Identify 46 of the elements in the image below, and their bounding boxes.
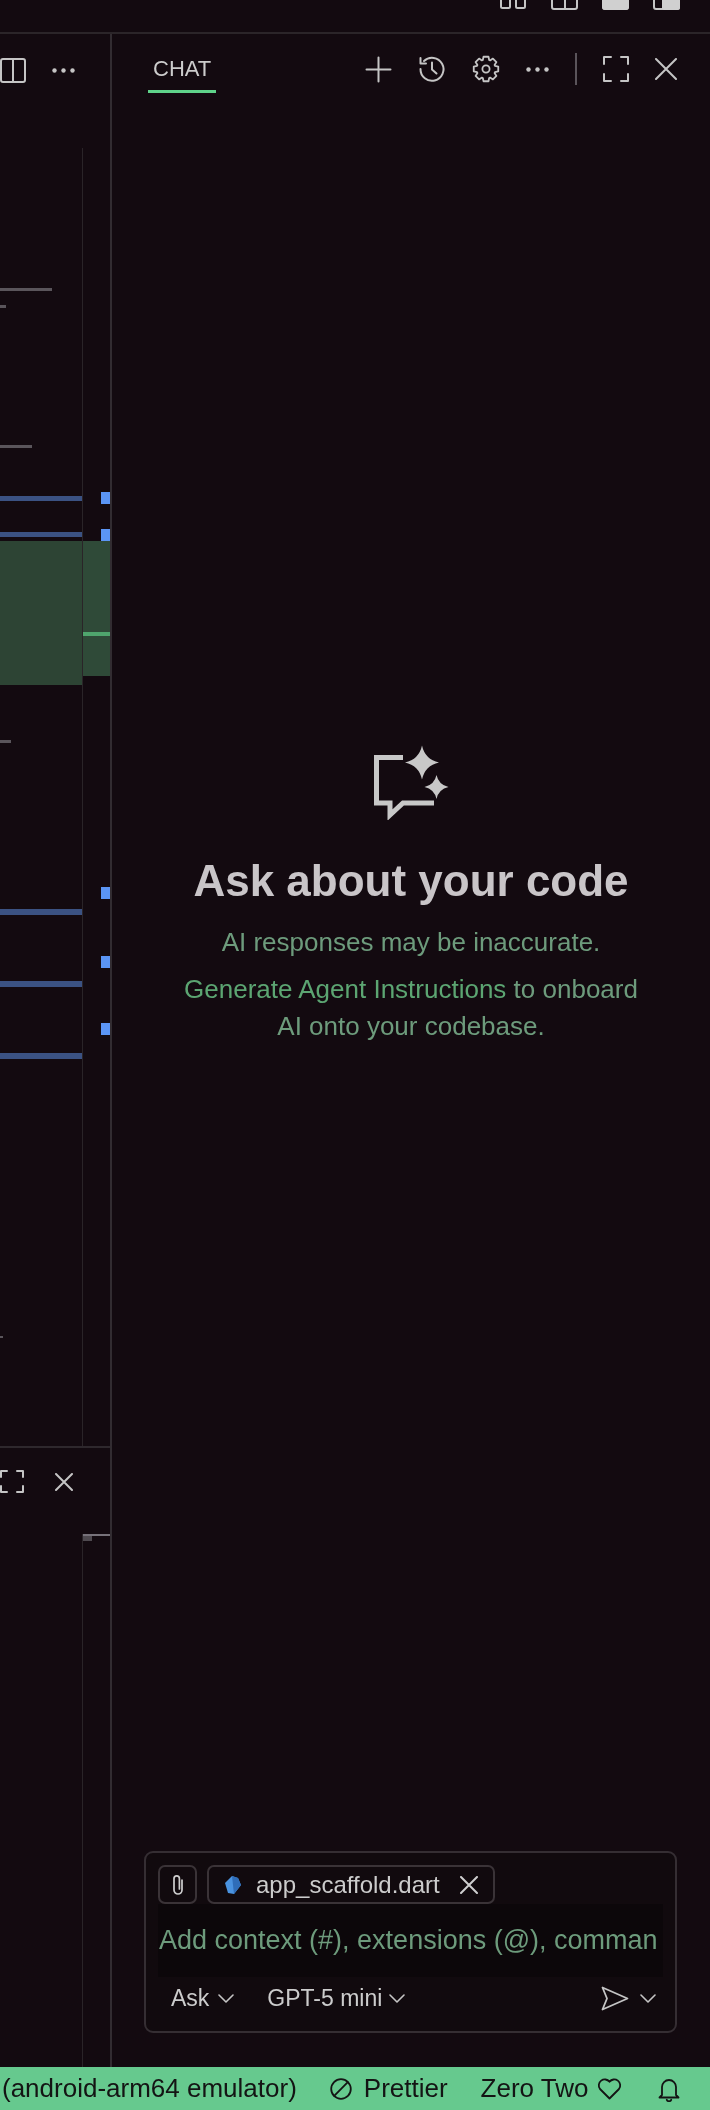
paperclip-icon bbox=[171, 1873, 184, 1896]
overview-ruler-marker bbox=[101, 1023, 110, 1035]
prohibited-icon bbox=[329, 2077, 352, 2100]
generate-instructions-link[interactable]: Generate Agent Instructions bbox=[184, 974, 507, 1004]
overview-ruler-marker bbox=[101, 492, 110, 504]
right-sidebar-layout-icon[interactable] bbox=[653, 0, 680, 10]
heart-icon bbox=[596, 2077, 622, 2100]
model-dropdown[interactable]: GPT-5 mini bbox=[267, 1980, 406, 2016]
mode-dropdown[interactable]: Ask bbox=[158, 1980, 235, 2016]
message-input[interactable]: Add context (#), extensions (@), comman bbox=[158, 1904, 663, 1977]
settings-icon[interactable] bbox=[472, 55, 500, 83]
code-line-drawing bbox=[0, 740, 11, 743]
layout-tiles-icon[interactable] bbox=[500, 0, 527, 10]
code-line-drawing bbox=[0, 305, 6, 308]
chevron-down-icon bbox=[218, 1993, 235, 2003]
device-status-text[interactable]: (android-arm64 emulator) bbox=[2, 2069, 297, 2108]
chat-tab[interactable]: CHAT bbox=[148, 34, 217, 93]
maximize-icon[interactable] bbox=[603, 56, 629, 82]
account-status-item[interactable]: Zero Two bbox=[480, 2069, 622, 2108]
maximize-icon[interactable] bbox=[0, 1470, 24, 1493]
chevron-down-icon[interactable] bbox=[640, 1993, 656, 2003]
onboarding-text: Generate Agent Instructions to onboard AI onto your codebase. bbox=[183, 973, 639, 1043]
scrollbar-thumb[interactable] bbox=[83, 1534, 110, 1541]
overview-ruler-marker bbox=[101, 956, 110, 968]
history-icon[interactable] bbox=[418, 55, 446, 83]
empty-state-title: Ask about your code bbox=[192, 856, 630, 906]
split-editor-icon[interactable] bbox=[0, 58, 26, 83]
dart-file-icon bbox=[222, 1873, 242, 1896]
close-icon[interactable] bbox=[55, 1472, 73, 1491]
overview-ruler-marker bbox=[101, 887, 110, 899]
formatter-status-item[interactable]: Prettier bbox=[329, 2069, 448, 2108]
overview-ruler-marker bbox=[101, 529, 110, 541]
more-icon[interactable] bbox=[52, 68, 75, 73]
code-line-drawing bbox=[0, 1336, 3, 1338]
code-line-drawing bbox=[0, 288, 52, 291]
remove-icon[interactable] bbox=[459, 1875, 478, 1894]
close-icon[interactable] bbox=[655, 58, 677, 80]
sidebar-layout-icon[interactable] bbox=[551, 0, 578, 10]
plus-icon[interactable] bbox=[365, 55, 392, 83]
chevron-down-icon bbox=[389, 1993, 406, 2003]
more-icon[interactable] bbox=[526, 66, 549, 72]
file-chip[interactable]: app_scaffold.dart bbox=[207, 1865, 495, 1904]
code-line-drawing bbox=[0, 445, 32, 448]
chat-sparkle-icon bbox=[373, 745, 449, 820]
disclaimer-text: AI responses may be inaccurate. bbox=[220, 927, 602, 957]
send-icon[interactable] bbox=[601, 1985, 629, 2011]
